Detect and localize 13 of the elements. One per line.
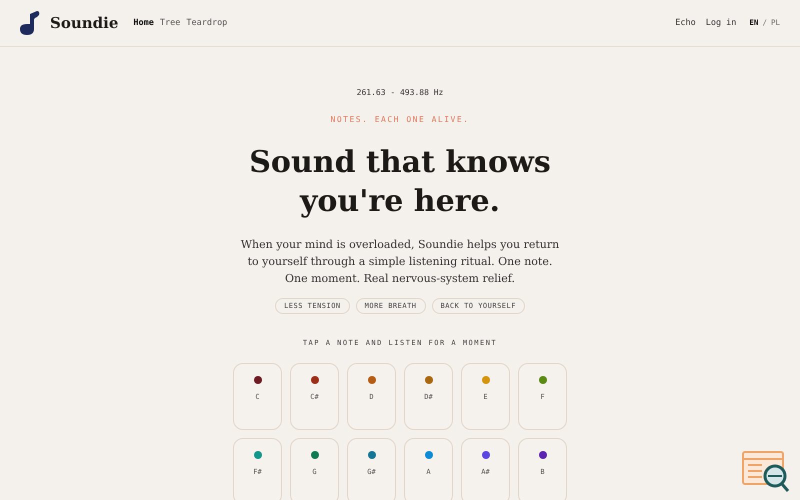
browser-search-icon[interactable]: [742, 450, 790, 492]
hero-description: When your mind is overloaded, Soundie helps you return to yourself through a simple listening ritual. One note. One moment. Real nervous-system relief.: [240, 237, 560, 287]
eyebrow-text: NOTES. EACH ONE ALIVE.: [330, 114, 470, 126]
music-note-logo-icon: [20, 11, 40, 35]
nav-link[interactable]: Teardrop: [186, 16, 228, 30]
hero-title: Sound that knows: [249, 144, 551, 182]
frequency-range: 261.63 - 493.88 Hz: [356, 87, 444, 99]
brand-name: Soundie: [50, 12, 118, 34]
header-link[interactable]: Log in: [706, 16, 736, 30]
header-link[interactable]: Echo: [675, 16, 696, 30]
hero-title: you're here.: [298, 183, 501, 221]
nav-link[interactable]: Tree: [160, 16, 180, 30]
nav-link[interactable]: Home: [133, 16, 154, 30]
